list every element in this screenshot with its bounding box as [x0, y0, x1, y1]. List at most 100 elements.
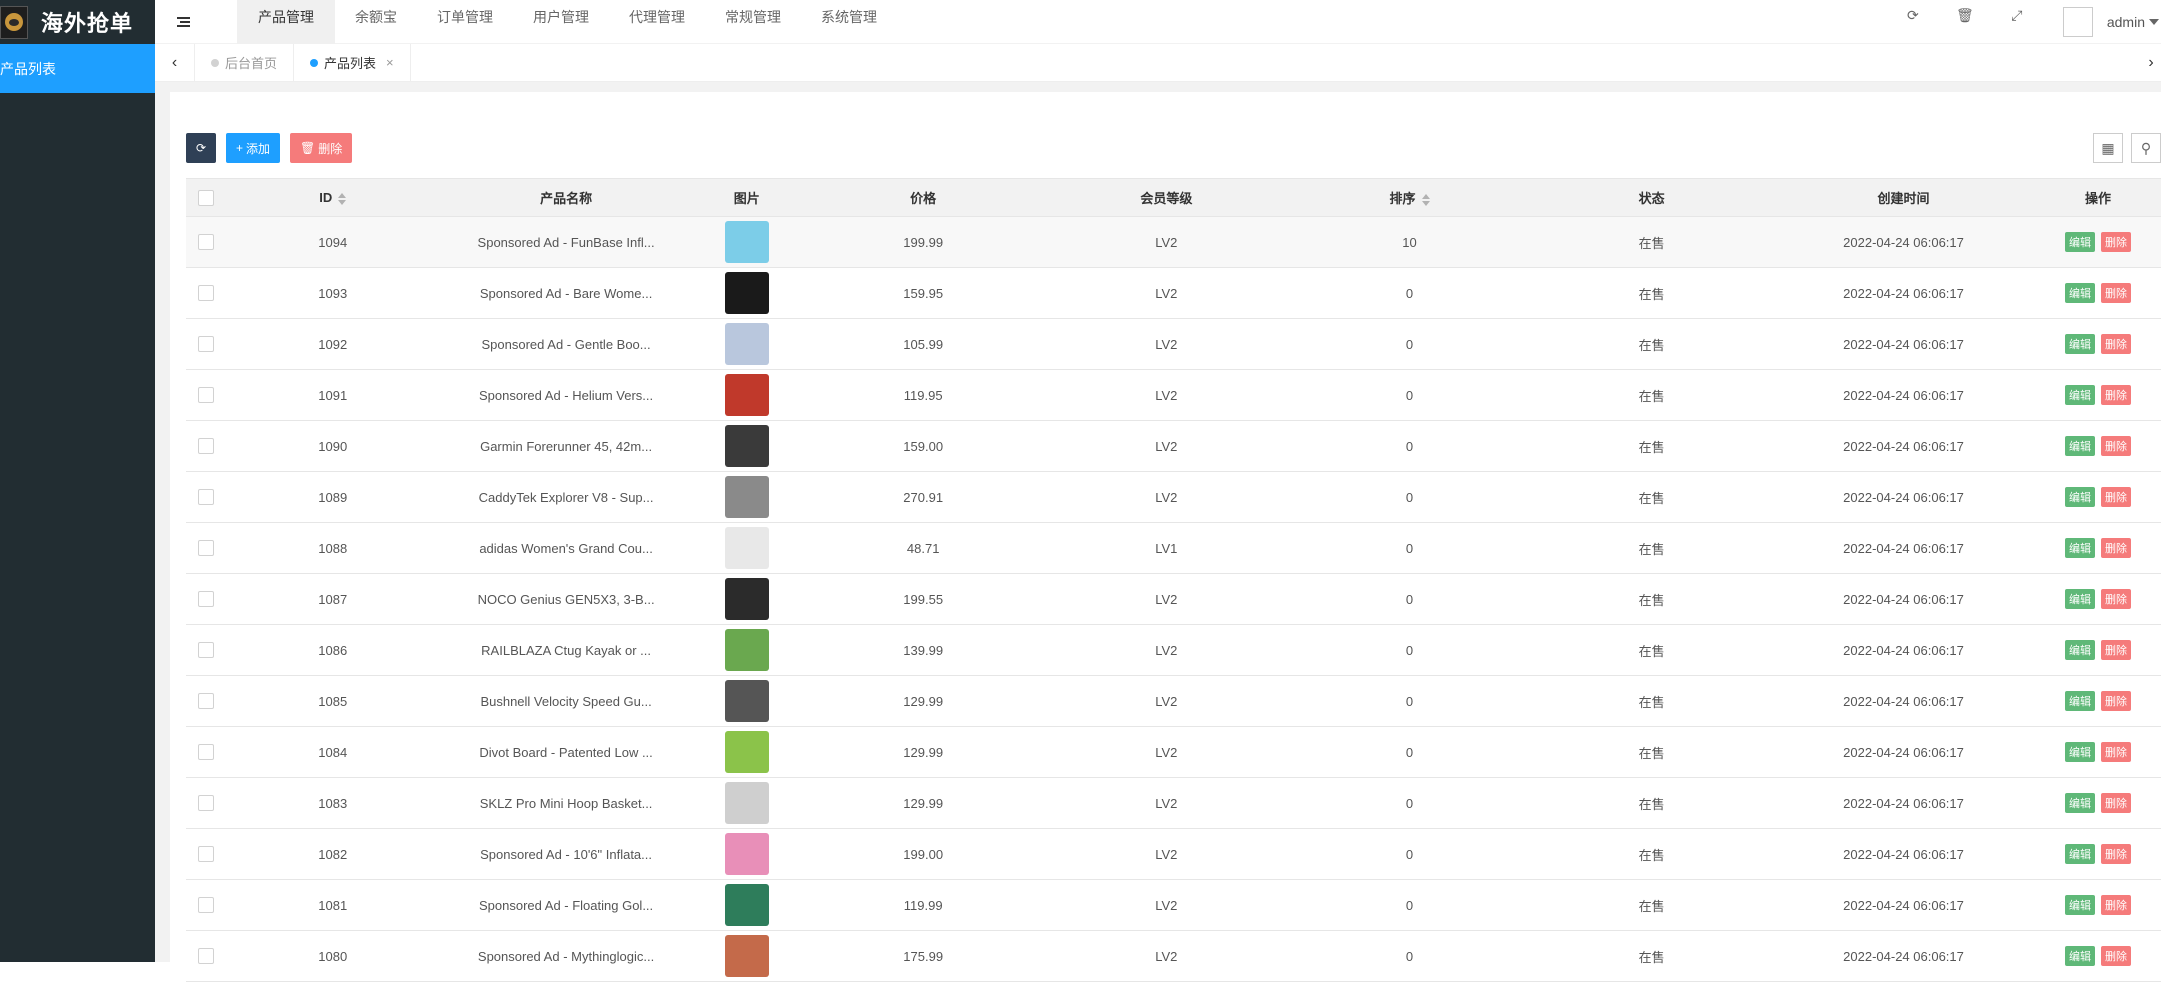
table-row[interactable]: 1085Bushnell Velocity Speed Gu...129.99L… — [186, 676, 2161, 727]
edit-button[interactable]: 编辑 — [2065, 742, 2095, 762]
edit-button[interactable]: 编辑 — [2065, 283, 2095, 303]
edit-button[interactable]: 编辑 — [2065, 793, 2095, 813]
fullscreen-icon[interactable]: ⤢ — [1991, 0, 2043, 44]
avatar[interactable] — [2063, 7, 2093, 37]
row-checkbox[interactable] — [198, 693, 214, 709]
table-row[interactable]: 1089CaddyTek Explorer V8 - Sup...270.91L… — [186, 472, 2161, 523]
delete-row-button[interactable]: 删除 — [2101, 589, 2131, 609]
edit-button[interactable]: 编辑 — [2065, 844, 2095, 864]
table-row[interactable]: 1093Sponsored Ad - Bare Wome...159.95LV2… — [186, 268, 2161, 319]
chevron-right-icon[interactable]: › — [2141, 44, 2161, 82]
row-checkbox[interactable] — [198, 897, 214, 913]
edit-button[interactable]: 编辑 — [2065, 589, 2095, 609]
product-thumbnail[interactable] — [725, 680, 769, 722]
edit-button[interactable]: 编辑 — [2065, 385, 2095, 405]
row-checkbox[interactable] — [198, 795, 214, 811]
table-row[interactable]: 1087NOCO Genius GEN5X3, 3-B...199.55LV20… — [186, 574, 2161, 625]
nav-agent-management[interactable]: 代理管理 — [609, 0, 705, 44]
row-checkbox[interactable] — [198, 285, 214, 301]
refresh-icon[interactable]: ⟳ — [1887, 0, 1939, 44]
edit-button[interactable]: 编辑 — [2065, 436, 2095, 456]
row-checkbox[interactable] — [198, 336, 214, 352]
add-button[interactable]: +添加 — [226, 133, 280, 163]
delete-row-button[interactable]: 删除 — [2101, 538, 2131, 558]
table-row[interactable]: 1082Sponsored Ad - 10'6" Inflata...199.0… — [186, 829, 2161, 880]
search-icon[interactable]: ⚲ — [2131, 133, 2161, 163]
edit-button[interactable]: 编辑 — [2065, 691, 2095, 711]
sidebar-item-product-list[interactable]: 产品列表 — [0, 44, 155, 93]
table-row[interactable]: 1091Sponsored Ad - Helium Vers...119.95L… — [186, 370, 2161, 421]
row-checkbox[interactable] — [198, 234, 214, 250]
delete-row-button[interactable]: 删除 — [2101, 283, 2131, 303]
nav-product-management[interactable]: 产品管理 — [237, 0, 335, 44]
row-checkbox[interactable] — [198, 846, 214, 862]
edit-button[interactable]: 编辑 — [2065, 334, 2095, 354]
delete-row-button[interactable]: 删除 — [2101, 793, 2131, 813]
columns-icon[interactable]: ▦ — [2093, 133, 2123, 163]
nav-order-management[interactable]: 订单管理 — [417, 0, 513, 44]
delete-row-button[interactable]: 删除 — [2101, 640, 2131, 660]
delete-row-button[interactable]: 删除 — [2101, 844, 2131, 864]
delete-row-button[interactable]: 删除 — [2101, 895, 2131, 915]
row-checkbox[interactable] — [198, 642, 214, 658]
product-thumbnail[interactable] — [725, 833, 769, 875]
menu-toggle-icon[interactable] — [155, 0, 211, 44]
edit-button[interactable]: 编辑 — [2065, 895, 2095, 915]
delete-row-button[interactable]: 删除 — [2101, 742, 2131, 762]
row-checkbox[interactable] — [198, 387, 214, 403]
chevron-left-icon[interactable]: ‹ — [155, 44, 195, 82]
table-row[interactable]: 1081Sponsored Ad - Floating Gol...119.99… — [186, 880, 2161, 931]
close-icon[interactable]: × — [386, 55, 394, 70]
product-thumbnail[interactable] — [725, 731, 769, 773]
delete-row-button[interactable]: 删除 — [2101, 436, 2131, 456]
select-all-checkbox[interactable] — [198, 190, 214, 206]
table-row[interactable]: 1094Sponsored Ad - FunBase Infl...199.99… — [186, 217, 2161, 268]
row-checkbox[interactable] — [198, 744, 214, 760]
product-thumbnail[interactable] — [725, 935, 769, 977]
product-thumbnail[interactable] — [725, 374, 769, 416]
delete-row-button[interactable]: 删除 — [2101, 232, 2131, 252]
row-checkbox[interactable] — [198, 438, 214, 454]
delete-row-button[interactable]: 删除 — [2101, 691, 2131, 711]
row-checkbox[interactable] — [198, 591, 214, 607]
product-thumbnail[interactable] — [725, 476, 769, 518]
product-thumbnail[interactable] — [725, 629, 769, 671]
table-row[interactable]: 1090Garmin Forerunner 45, 42m...159.00LV… — [186, 421, 2161, 472]
row-checkbox[interactable] — [198, 540, 214, 556]
product-thumbnail[interactable] — [725, 221, 769, 263]
tab-product-list[interactable]: 产品列表 × — [294, 44, 411, 82]
tab-dashboard[interactable]: 后台首页 — [195, 44, 294, 82]
product-thumbnail[interactable] — [725, 578, 769, 620]
delete-row-button[interactable]: 删除 — [2101, 946, 2131, 966]
nav-general-management[interactable]: 常规管理 — [705, 0, 801, 44]
delete-row-button[interactable]: 删除 — [2101, 334, 2131, 354]
table-row[interactable]: 1092Sponsored Ad - Gentle Boo...105.99LV… — [186, 319, 2161, 370]
nav-yuebao[interactable]: 余额宝 — [335, 0, 417, 44]
edit-button[interactable]: 编辑 — [2065, 487, 2095, 507]
edit-button[interactable]: 编辑 — [2065, 640, 2095, 660]
edit-button[interactable]: 编辑 — [2065, 946, 2095, 966]
edit-button[interactable]: 编辑 — [2065, 538, 2095, 558]
col-sort[interactable]: 排序 — [1288, 179, 1531, 217]
table-row[interactable]: 1086RAILBLAZA Ctug Kayak or ...139.99LV2… — [186, 625, 2161, 676]
product-thumbnail[interactable] — [725, 782, 769, 824]
refresh-button[interactable]: ⟳ — [186, 133, 216, 163]
table-row[interactable]: 1084Divot Board - Patented Low ...129.99… — [186, 727, 2161, 778]
product-thumbnail[interactable] — [725, 272, 769, 314]
nav-user-management[interactable]: 用户管理 — [513, 0, 609, 44]
edit-button[interactable]: 编辑 — [2065, 232, 2095, 252]
delete-button[interactable]: 🗑删除 — [290, 133, 352, 163]
product-thumbnail[interactable] — [725, 527, 769, 569]
table-row[interactable]: 1088adidas Women's Grand Cou...48.71LV10… — [186, 523, 2161, 574]
row-checkbox[interactable] — [198, 489, 214, 505]
product-thumbnail[interactable] — [725, 884, 769, 926]
user-menu[interactable]: admin — [2107, 14, 2159, 30]
delete-row-button[interactable]: 删除 — [2101, 487, 2131, 507]
delete-row-button[interactable]: 删除 — [2101, 385, 2131, 405]
product-thumbnail[interactable] — [725, 425, 769, 467]
nav-system-management[interactable]: 系统管理 — [801, 0, 897, 44]
trash-icon[interactable]: 🗑 — [1939, 0, 1991, 44]
table-row[interactable]: 1080Sponsored Ad - Mythinglogic...175.99… — [186, 931, 2161, 982]
table-row[interactable]: 1083SKLZ Pro Mini Hoop Basket...129.99LV… — [186, 778, 2161, 829]
product-thumbnail[interactable] — [725, 323, 769, 365]
